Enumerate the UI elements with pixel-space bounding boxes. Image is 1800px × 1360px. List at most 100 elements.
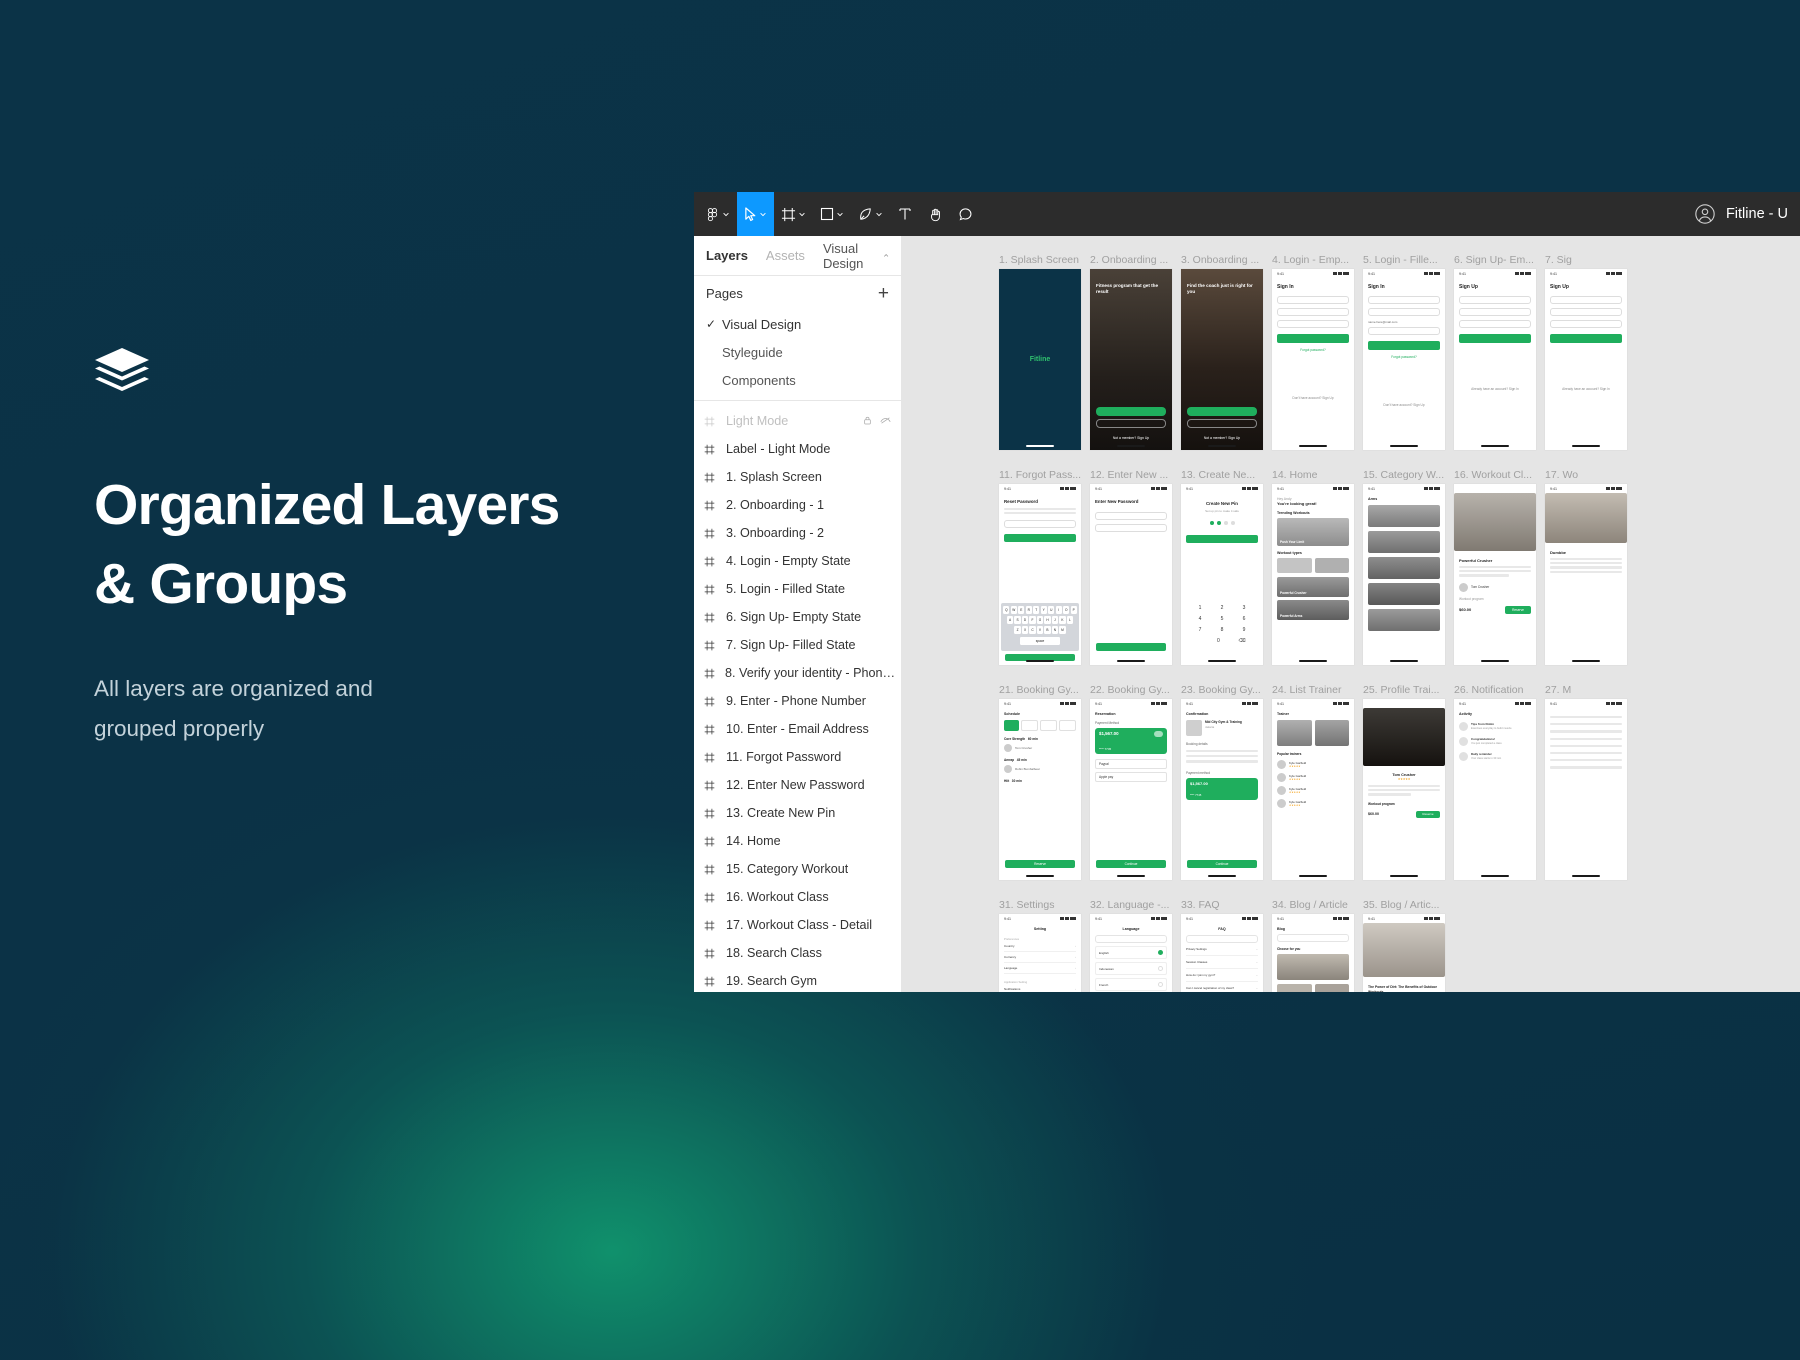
figma-canvas[interactable]: 1. Splash Screen9:41Fitline2. Onboarding… [902, 236, 1800, 992]
frame-thumbnail[interactable]: 9:41Sign InForgot password?Don't have ac… [1272, 269, 1354, 450]
frame-thumbnail[interactable]: 9:41ReservationPayment Method$1,567.00**… [1090, 699, 1172, 880]
frame-thumbnail[interactable]: 9:41Fitline [999, 269, 1081, 450]
frame-thumbnail[interactable]: 9:41SettingPreferencesCountry›Currency›L… [999, 914, 1081, 992]
comment-icon[interactable] [950, 192, 980, 236]
layer-row[interactable]: 19. Search Gym [694, 967, 901, 992]
canvas-frame[interactable] [1454, 899, 1545, 992]
page-item-styleguide[interactable]: Styleguide [694, 338, 901, 366]
canvas-frame[interactable]: 24. List Trainer9:41TrainerPopular train… [1272, 684, 1363, 899]
rectangle-icon[interactable] [813, 192, 851, 236]
canvas-frame[interactable]: 26. Notification9:41ActivityTips from Ro… [1454, 684, 1545, 899]
canvas-frame[interactable]: 7. Sig9:41Sign UpAlready have an account… [1545, 254, 1636, 469]
canvas-frame[interactable]: 34. Blog / Article9:41BlogChoose for you [1272, 899, 1363, 992]
frame-thumbnail[interactable]: 9:41ConfirmationMid City Gym & TrainingJ… [1181, 699, 1263, 880]
frame-thumbnail[interactable]: 9:41 [1545, 699, 1627, 880]
frame-thumbnail[interactable]: 9:41LanguageEnglishIndonesianFrenchChine… [1090, 914, 1172, 992]
canvas-frame[interactable]: 14. Home9:41Hey AndyYou're looking great… [1272, 469, 1363, 684]
tab-layers[interactable]: Layers [706, 248, 748, 263]
status-time: 9:41 [1368, 272, 1375, 276]
layer-row[interactable]: 4. Login - Empty State [694, 547, 901, 575]
frame-thumbnail[interactable]: 9:41Enter New Password [1090, 484, 1172, 665]
tab-assets[interactable]: Assets [766, 248, 805, 263]
canvas-frame[interactable]: 25. Profile Trai...9:41Tom Crusher★★★★★W… [1363, 684, 1454, 899]
eye-hidden-icon[interactable] [880, 414, 891, 428]
canvas-frame[interactable]: 13. Create Ne...9:41Create New PinSet up… [1181, 469, 1272, 684]
canvas-frame[interactable]: 21. Booking Gy...9:41ScheduleCore Streng… [999, 684, 1090, 899]
canvas-frame[interactable] [1545, 899, 1636, 992]
canvas-frame[interactable]: 3. Onboarding ...9:41Find the coach just… [1181, 254, 1272, 469]
frame-thumbnail[interactable]: 9:41FAQPrivacy Settings⌄Session Classes⌄… [1181, 914, 1263, 992]
frame-thumbnail[interactable]: 9:41Tom Crusher★★★★★Workout program$60.0… [1363, 699, 1445, 880]
canvas-frame[interactable]: 16. Workout Cl...9:41Powerful CrusherTom… [1454, 469, 1545, 684]
canvas-frame[interactable]: 11. Forgot Pass...9:41Reset PasswordQWER… [999, 469, 1090, 684]
frame-thumbnail[interactable]: 9:41Fitness program that get the resultN… [1090, 269, 1172, 450]
layer-row[interactable]: 3. Onboarding - 2 [694, 519, 901, 547]
pen-icon[interactable] [851, 192, 890, 236]
canvas-frame[interactable]: 35. Blog / Artic...9:41The Power of Dirt… [1363, 899, 1454, 992]
plus-icon[interactable]: + [878, 284, 889, 303]
layer-row[interactable]: 13. Create New Pin [694, 799, 901, 827]
chevron-up-icon [883, 251, 889, 260]
layer-row[interactable]: 11. Forgot Password [694, 743, 901, 771]
layer-row[interactable]: 14. Home [694, 827, 901, 855]
frame-thumbnail[interactable]: 9:41Reset PasswordQWERTYUIOPASDFGHJKLZXC… [999, 484, 1081, 665]
frame-thumbnail[interactable]: 9:41ActivityTips from RobinExercises eve… [1454, 699, 1536, 880]
frame-thumbnail[interactable]: 9:41Sign Inname.here@mail.comForgot pass… [1363, 269, 1445, 450]
hand-icon[interactable] [920, 192, 950, 236]
frame-thumbnail[interactable]: 9:41Hey AndyYou're looking great!Trendin… [1272, 484, 1354, 665]
layer-row[interactable]: 12. Enter New Password [694, 771, 901, 799]
layers-tree[interactable]: Light ModeLabel - Light Mode1. Splash Sc… [694, 401, 901, 992]
frame-thumbnail[interactable]: 9:41Powerful CrusherTom CrusherWorkout p… [1454, 484, 1536, 665]
canvas-frame[interactable]: 6. Sign Up- Em...9:41Sign UpAlready have… [1454, 254, 1545, 469]
frame-icon [704, 780, 716, 791]
layer-row[interactable]: 1. Splash Screen [694, 463, 901, 491]
frame-thumbnail[interactable]: 9:41Create New PinSet up pin to make it … [1181, 484, 1263, 665]
canvas-frame[interactable]: 2. Onboarding ...9:41Fitness program tha… [1090, 254, 1181, 469]
layer-row[interactable]: 9. Enter - Phone Number [694, 687, 901, 715]
layer-row[interactable]: 7. Sign Up- Filled State [694, 631, 901, 659]
page-item-components[interactable]: Components [694, 366, 901, 394]
canvas-frame[interactable]: 22. Booking Gy...9:41ReservationPayment … [1090, 684, 1181, 899]
page-item-visual-design[interactable]: ✓ Visual Design [694, 310, 901, 338]
canvas-frame[interactable]: 31. Settings9:41SettingPreferencesCountr… [999, 899, 1090, 992]
layer-row[interactable]: 10. Enter - Email Address [694, 715, 901, 743]
canvas-frame[interactable]: 23. Booking Gy...9:41ConfirmationMid Cit… [1181, 684, 1272, 899]
layer-row[interactable]: 6. Sign Up- Empty State [694, 603, 901, 631]
layer-row[interactable]: 15. Category Workout [694, 855, 901, 883]
layer-row[interactable]: 18. Search Class [694, 939, 901, 967]
move-cursor-icon[interactable] [737, 192, 774, 236]
layer-row[interactable]: 2. Onboarding - 1 [694, 491, 901, 519]
frame-thumbnail[interactable]: 9:41Sign UpAlready have an account? Sign… [1545, 269, 1627, 450]
frame-thumbnail[interactable]: 9:41BlogChoose for you [1272, 914, 1354, 992]
canvas-frame[interactable]: 32. Language -...9:41LanguageEnglishIndo… [1090, 899, 1181, 992]
frame-thumbnail[interactable]: 9:41Dumbbe [1545, 484, 1627, 665]
text-icon[interactable] [890, 192, 920, 236]
frame-thumbnail[interactable]: 9:41Find the coach just is right for you… [1181, 269, 1263, 450]
canvas-frame[interactable]: 4. Login - Emp...9:41Sign InForgot passw… [1272, 254, 1363, 469]
canvas-frame[interactable]: 12. Enter New ...9:41Enter New Password [1090, 469, 1181, 684]
figma-logo-icon[interactable] [698, 192, 737, 236]
frame-thumbnail[interactable]: 9:41TrainerPopular trainersKyle Garfield… [1272, 699, 1354, 880]
page-title: Organized Layers & Groups [94, 466, 654, 623]
user-avatar-icon[interactable] [1694, 203, 1716, 225]
canvas-frame[interactable]: 17. Wo9:41Dumbbe [1545, 469, 1636, 684]
layer-row[interactable]: Label - Light Mode [694, 435, 901, 463]
canvas-frame[interactable]: 1. Splash Screen9:41Fitline [999, 254, 1090, 469]
page-selector[interactable]: Visual Design [823, 241, 889, 271]
layer-row[interactable]: 16. Workout Class [694, 883, 901, 911]
frame-thumbnail[interactable]: 9:41Arms [1363, 484, 1445, 665]
frame-thumbnail[interactable]: 9:41Sign UpAlready have an account? Sign… [1454, 269, 1536, 450]
layer-row[interactable]: Light Mode [694, 407, 901, 435]
frame-icon[interactable] [774, 192, 813, 236]
canvas-frame[interactable]: 5. Login - Fille...9:41Sign Inname.here@… [1363, 254, 1454, 469]
layer-row[interactable]: 8. Verify your identity - Phone & E... [694, 659, 901, 687]
frame-thumbnail[interactable]: 9:41The Power of Dirt: The Benefits of O… [1363, 914, 1445, 992]
lock-icon[interactable] [863, 414, 872, 428]
layer-row[interactable]: 17. Workout Class - Detail [694, 911, 901, 939]
frame-label: 16. Workout Cl... [1454, 469, 1540, 484]
layer-row[interactable]: 5. Login - Filled State [694, 575, 901, 603]
canvas-frame[interactable]: 15. Category W...9:41Arms [1363, 469, 1454, 684]
canvas-frame[interactable]: 33. FAQ9:41FAQPrivacy Settings⌄Session C… [1181, 899, 1272, 992]
canvas-frame[interactable]: 27. M9:41 [1545, 684, 1636, 899]
frame-thumbnail[interactable]: 9:41ScheduleCore Strength 60 minTom Crus… [999, 699, 1081, 880]
